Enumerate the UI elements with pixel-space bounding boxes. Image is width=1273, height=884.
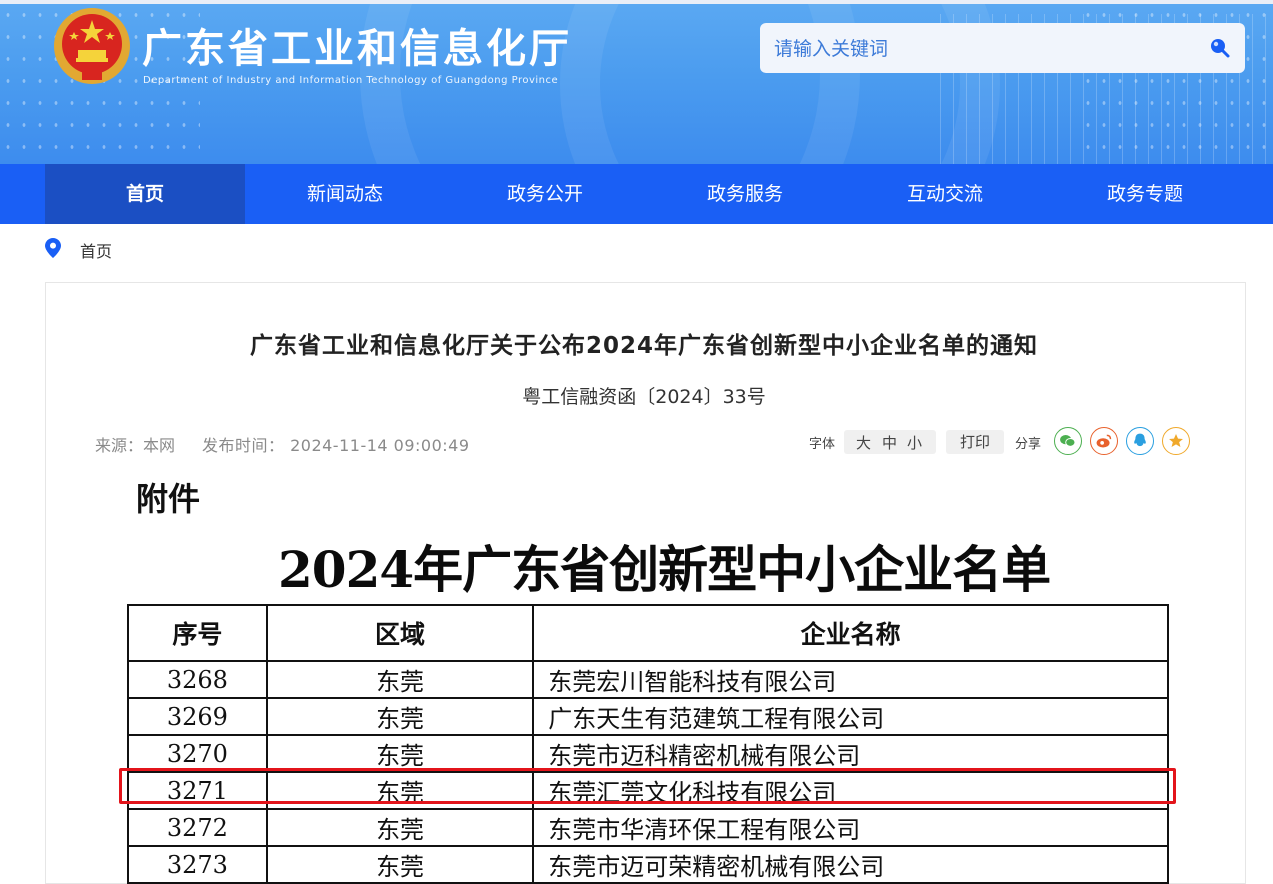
table-header-row: 序号 区域 企业名称 xyxy=(127,604,1169,662)
table-row: 3268 东莞 东莞宏川智能科技有限公司 xyxy=(127,660,1169,699)
nav-item-interaction[interactable]: 互动交流 xyxy=(845,164,1045,224)
font-size-medium-button[interactable]: 中 xyxy=(882,432,897,453)
qq-icon[interactable] xyxy=(1126,427,1154,455)
document-number: 粤工信融资函〔2024〕33号 xyxy=(522,386,766,408)
wechat-icon[interactable] xyxy=(1054,427,1082,455)
main-nav: 首页 新闻动态 政务公开 政务服务 互动交流 政务专题 xyxy=(0,164,1273,224)
nav-item-news[interactable]: 新闻动态 xyxy=(245,164,445,224)
location-pin-icon xyxy=(45,238,61,258)
breadcrumb-home[interactable]: 首页 xyxy=(80,238,112,262)
row-region: 东莞 xyxy=(265,660,535,699)
row-index: 3270 xyxy=(127,734,268,773)
row-index: 3272 xyxy=(127,808,268,847)
column-header-company: 企业名称 xyxy=(532,604,1169,662)
search-box xyxy=(760,23,1245,73)
row-region: 东莞 xyxy=(265,808,535,847)
row-region: 东莞 xyxy=(265,845,535,884)
column-header-index: 序号 xyxy=(127,604,268,662)
attachment-label: 附件 xyxy=(136,480,201,518)
row-index: 3269 xyxy=(127,697,268,736)
site-title[interactable]: 广东省工业和信息化厅 xyxy=(142,16,572,74)
site-subtitle: Department of Industry and Information T… xyxy=(143,75,559,86)
table-row: 3269 东莞 广东天生有范建筑工程有限公司 xyxy=(127,697,1169,736)
column-header-region: 区域 xyxy=(265,604,535,662)
weibo-icon[interactable] xyxy=(1090,427,1118,455)
font-size-small-button[interactable]: 小 xyxy=(907,432,922,453)
font-size-label: 字体 xyxy=(809,437,836,452)
highlight-box xyxy=(119,768,1176,804)
article-source: 来源：本网 xyxy=(95,436,176,455)
search-icon[interactable] xyxy=(1208,36,1232,60)
row-region: 东莞 xyxy=(265,697,535,736)
font-size-large-button[interactable]: 大 xyxy=(856,432,871,453)
article-title: 广东省工业和信息化厅关于公布2024年广东省创新型中小企业名单的通知 xyxy=(249,333,1038,359)
table-row: 3270 东莞 东莞市迈科精密机械有限公司 xyxy=(127,734,1169,773)
search-input[interactable] xyxy=(772,33,1196,65)
nav-item-gov-affairs[interactable]: 政务公开 xyxy=(445,164,645,224)
row-index: 3268 xyxy=(127,660,268,699)
nav-item-gov-services[interactable]: 政务服务 xyxy=(645,164,845,224)
row-company: 东莞市华清环保工程有限公司 xyxy=(532,808,1169,847)
table-row: 3273 东莞 东莞市迈可荣精密机械有限公司 xyxy=(127,845,1169,884)
favorite-star-icon[interactable] xyxy=(1162,427,1190,455)
font-size-selector: 大 中 小 xyxy=(844,430,936,454)
table-row: 3272 东莞 东莞市华清环保工程有限公司 xyxy=(127,808,1169,847)
nav-item-home[interactable]: 首页 xyxy=(45,164,245,224)
nav-item-topics[interactable]: 政务专题 xyxy=(1045,164,1245,224)
share-label: 分享 xyxy=(1015,437,1042,452)
row-company: 广东天生有范建筑工程有限公司 xyxy=(532,697,1169,736)
row-region: 东莞 xyxy=(265,734,535,773)
enterprise-table: 序号 区域 企业名称 3268 东莞 东莞宏川智能科技有限公司 3269 东莞 … xyxy=(127,604,1169,884)
publish-time: 发布时间： 2024-11-14 09:00:49 xyxy=(202,436,470,455)
row-index: 3273 xyxy=(127,845,268,884)
print-button[interactable]: 打印 xyxy=(946,430,1004,454)
row-company: 东莞市迈科精密机械有限公司 xyxy=(532,734,1169,773)
attachment-heading: 2024年广东省创新型中小企业名单 xyxy=(278,540,1051,599)
row-company: 东莞宏川智能科技有限公司 xyxy=(532,660,1169,699)
row-company: 东莞市迈可荣精密机械有限公司 xyxy=(532,845,1169,884)
national-emblem-icon xyxy=(54,8,130,84)
